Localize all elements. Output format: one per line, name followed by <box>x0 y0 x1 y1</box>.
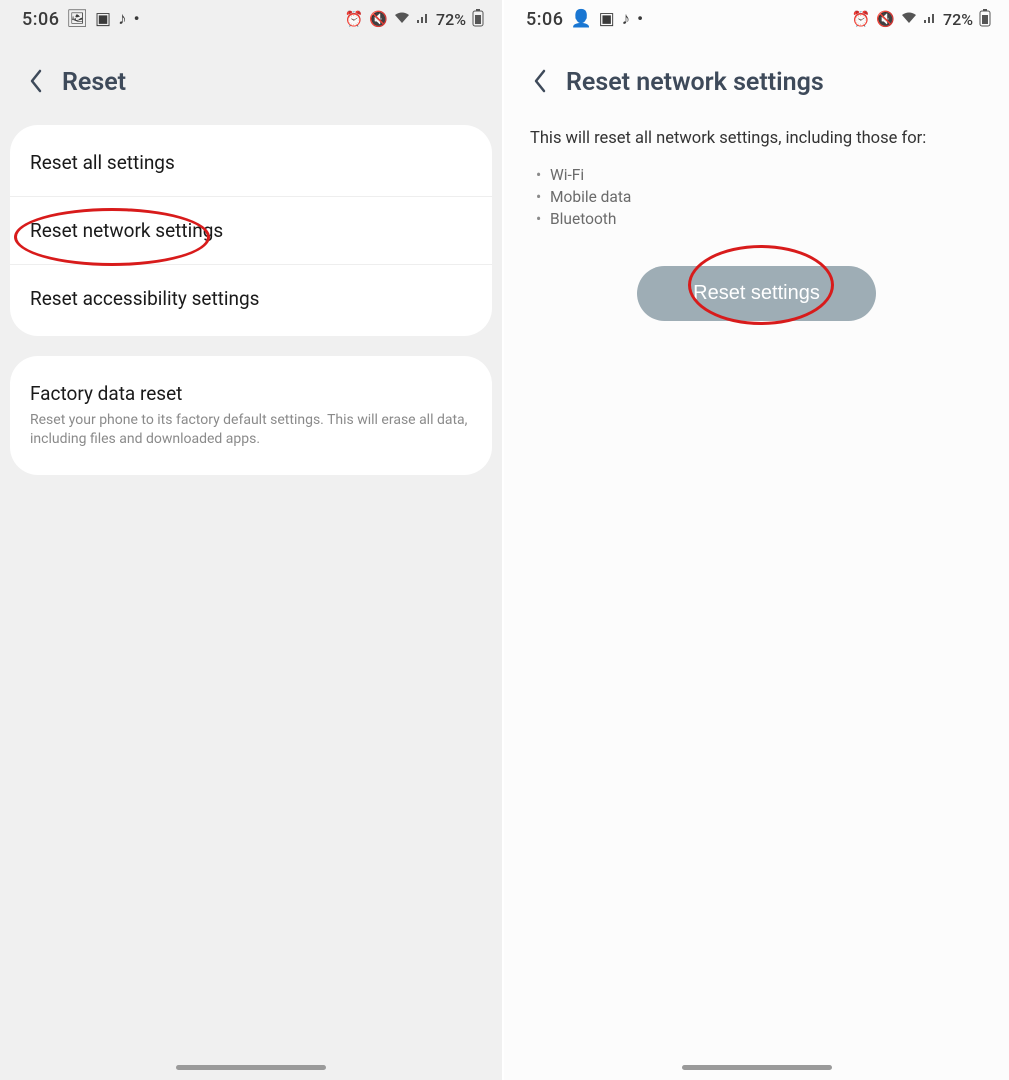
status-left: 5:06 👤 ▣ ♪ • <box>526 9 643 30</box>
back-button[interactable] <box>532 69 548 97</box>
status-bar: 5:06 👤 ▣ ♪ • ⏰ 🔇 72% <box>504 0 1009 38</box>
status-right: ⏰ 🔇 72% <box>345 9 484 30</box>
image-icon: 🖼 <box>66 11 88 28</box>
bullet-mobile-data: Mobile data <box>536 186 1009 208</box>
wifi-icon <box>394 12 410 27</box>
phone-screen-reset-network: 5:06 👤 ▣ ♪ • ⏰ 🔇 72% Reset network setti… <box>504 0 1009 1080</box>
signal-icon <box>923 12 937 27</box>
battery-icon <box>979 9 991 30</box>
list-item-label: Factory data reset <box>30 382 182 405</box>
alarm-icon: ⏰ <box>345 12 364 27</box>
reset-settings-button[interactable]: Reset settings <box>637 266 876 321</box>
music-note-icon: ♪ <box>118 11 127 28</box>
header: Reset <box>0 38 502 125</box>
page-title: Reset <box>62 68 126 97</box>
home-indicator[interactable] <box>682 1065 832 1070</box>
phone-screen-reset: 5:06 🖼 ▣ ♪ • ⏰ 🔇 72% Reset <box>0 0 504 1080</box>
intro-text: This will reset all network settings, in… <box>504 125 1009 158</box>
apps-icon: ▣ <box>599 11 615 28</box>
list-item-label: Reset network settings <box>30 219 223 242</box>
reset-network-settings-item[interactable]: Reset network settings <box>10 196 492 264</box>
bullet-bluetooth: Bluetooth <box>536 208 1009 230</box>
chevron-left-icon <box>28 69 44 93</box>
list-item-label: Reset all settings <box>30 151 175 174</box>
factory-data-reset-item[interactable]: Factory data reset Reset your phone to i… <box>10 360 492 471</box>
status-bar: 5:06 🖼 ▣ ♪ • ⏰ 🔇 72% <box>0 0 502 38</box>
home-indicator[interactable] <box>176 1065 326 1070</box>
battery-percent: 72% <box>943 10 973 29</box>
music-note-icon: ♪ <box>622 11 631 28</box>
status-time: 5:06 <box>526 9 563 30</box>
battery-icon <box>472 9 484 30</box>
apps-icon: ▣ <box>95 11 111 28</box>
status-right: ⏰ 🔇 72% <box>852 9 991 30</box>
reset-options-card: Reset all settings Reset network setting… <box>10 125 492 336</box>
reset-accessibility-settings-item[interactable]: Reset accessibility settings <box>10 264 492 332</box>
page-title: Reset network settings <box>566 68 824 97</box>
signal-icon <box>416 12 430 27</box>
factory-reset-card: Factory data reset Reset your phone to i… <box>10 356 492 475</box>
reset-scope-list: Wi-Fi Mobile data Bluetooth <box>504 158 1009 230</box>
battery-percent: 72% <box>436 10 466 29</box>
bullet-wifi: Wi-Fi <box>536 164 1009 186</box>
button-label: Reset settings <box>693 282 820 304</box>
status-left: 5:06 🖼 ▣ ♪ • <box>22 9 140 30</box>
alarm-icon: ⏰ <box>852 12 871 27</box>
profile-icon: 👤 <box>570 11 591 28</box>
dot-icon: • <box>134 11 140 28</box>
back-button[interactable] <box>28 69 44 97</box>
list-item-subtitle: Reset your phone to its factory default … <box>30 411 472 449</box>
list-item-label: Reset accessibility settings <box>30 287 259 310</box>
mute-icon: 🔇 <box>876 12 895 27</box>
reset-all-settings-item[interactable]: Reset all settings <box>10 129 492 196</box>
header: Reset network settings <box>504 38 1009 125</box>
dot-icon: • <box>637 11 643 28</box>
status-time: 5:06 <box>22 9 59 30</box>
chevron-left-icon <box>532 69 548 93</box>
wifi-icon <box>901 12 917 27</box>
mute-icon: 🔇 <box>369 12 388 27</box>
